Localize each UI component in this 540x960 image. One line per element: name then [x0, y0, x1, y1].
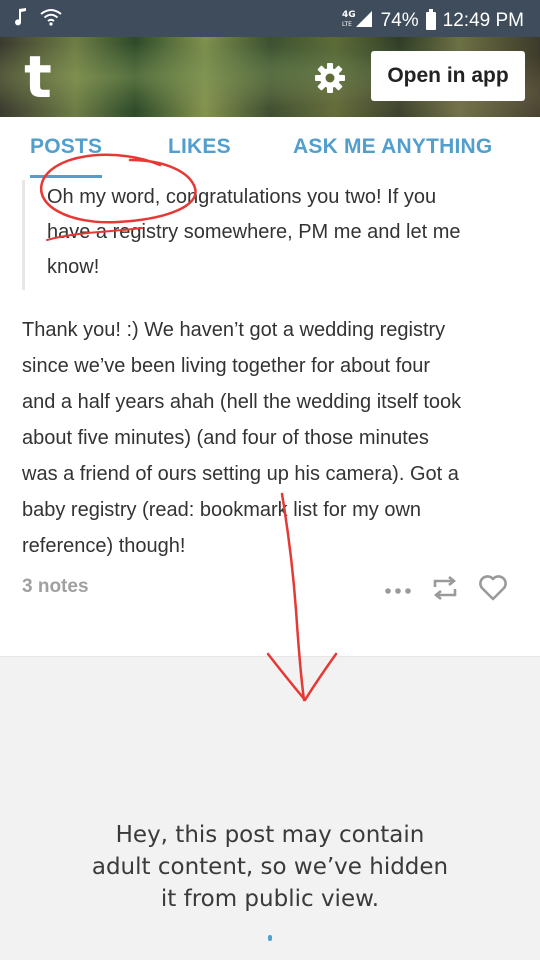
reblog-icon[interactable] — [430, 575, 460, 605]
status-left — [14, 7, 62, 33]
notice-line: adult content, so we’ve hidden — [91, 854, 449, 880]
post-line: baby registry (read: bookmark list for m… — [22, 499, 422, 521]
post-actions — [384, 574, 508, 606]
post-divider — [0, 637, 540, 657]
heart-icon[interactable] — [478, 574, 508, 606]
tab-posts[interactable]: POSTS — [30, 135, 102, 159]
post-line: reference) though! — [22, 535, 186, 557]
status-bar: 4G LTE 74% 12:49 PM — [0, 0, 540, 37]
loading-indicator — [268, 935, 272, 941]
battery-icon — [425, 9, 436, 30]
post-line: about five minutes) (and four of those m… — [22, 427, 429, 449]
quote-line: Oh my word, congratulations you two! If … — [47, 186, 437, 208]
post-body: Thank you! :) We haven’t got a wedding r… — [22, 312, 522, 564]
notice-line: Hey, this post may contain — [115, 822, 425, 848]
notes-count[interactable]: 3 notes — [22, 576, 89, 598]
quote-line: know! — [47, 256, 100, 278]
wifi-icon — [40, 8, 62, 32]
post-line: since we’ve been living together for abo… — [22, 355, 431, 377]
music-note-icon — [14, 7, 28, 33]
svg-text:4G: 4G — [342, 10, 356, 20]
blog-tabs: POSTS LIKES ASK ME ANYTHING — [0, 117, 540, 179]
tab-ask-me-anything[interactable]: ASK ME ANYTHING — [293, 135, 492, 159]
battery-percent: 74% — [380, 10, 419, 31]
blog-header: t Open in app — [0, 37, 540, 117]
adult-content-notice: Hey, this post may contain adult content… — [40, 819, 500, 915]
notice-line: it from public view. — [160, 886, 380, 912]
status-right: 4G LTE 74% 12:49 PM — [342, 8, 524, 34]
clock: 12:49 PM — [442, 10, 524, 31]
lte-signal-icon: 4G LTE — [342, 8, 374, 34]
post-line: and a half years ahah (hell the wedding … — [22, 391, 462, 413]
post-footer: 3 notes — [22, 570, 514, 608]
svg-text:LTE: LTE — [342, 21, 352, 28]
more-icon[interactable] — [384, 581, 412, 600]
post-line: Thank you! :) We haven’t got a wedding r… — [22, 319, 446, 341]
quote-line: have a registry somewhere, PM me and let… — [47, 221, 461, 243]
gear-icon[interactable] — [313, 61, 347, 95]
quoted-reply: Oh my word, congratulations you two! If … — [22, 180, 512, 290]
tumblr-logo[interactable]: t — [18, 48, 58, 106]
active-tab-indicator — [30, 175, 102, 178]
open-in-app-button[interactable]: Open in app — [371, 51, 525, 101]
tab-likes[interactable]: LIKES — [168, 135, 231, 159]
post-line: was a friend of ours setting up his came… — [22, 463, 459, 485]
hidden-post-area: Hey, this post may contain adult content… — [0, 657, 540, 960]
